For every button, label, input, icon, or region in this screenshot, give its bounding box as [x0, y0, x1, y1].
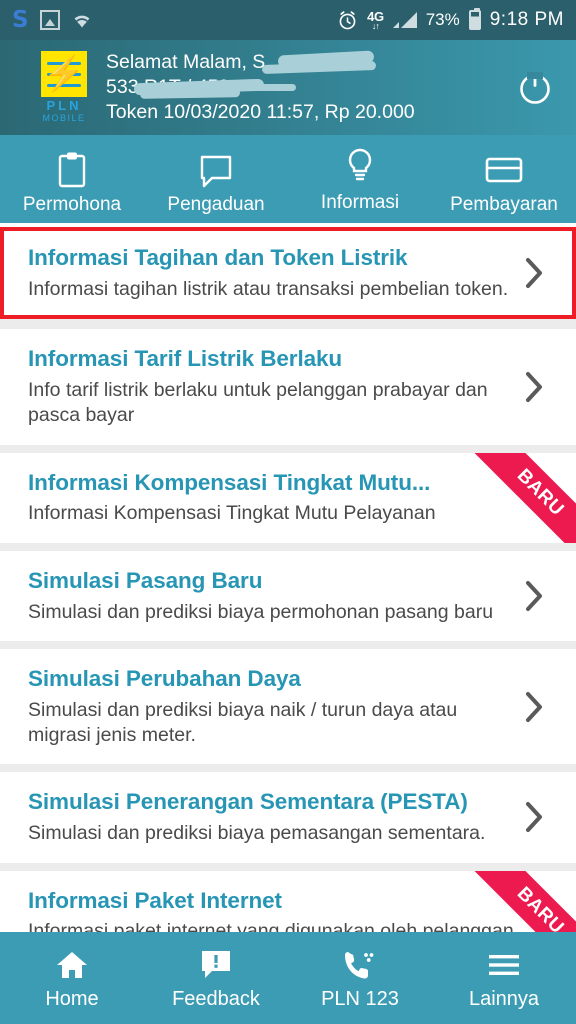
hamburger-menu-icon: [487, 948, 521, 982]
list-item-desc: Informasi paket internet yang digunakan …: [28, 920, 520, 932]
status-bar-right-icons: 4G ↓↑ 73% 9:18 PM: [337, 8, 564, 31]
list-item-title: Simulasi Penerangan Sementara (PESTA): [28, 789, 468, 815]
list-item-title: Simulasi Perubahan Daya: [28, 665, 301, 691]
list-item-title: Informasi Tagihan dan Token Listrik: [28, 245, 408, 270]
pln-logo-mark: ⚡: [41, 50, 87, 97]
list-item-body: Simulasi Perubahan Daya Simulasi dan pre…: [28, 665, 512, 748]
list-item-desc: Simulasi dan prediksi biaya pemasangan s…: [28, 822, 486, 845]
list-item-desc: Simulasi dan prediksi biaya permohonan p…: [28, 600, 494, 623]
bottom-nav-label: Feedback: [172, 987, 260, 1010]
chevron-right-icon: [512, 800, 556, 834]
list-item-title: Simulasi Pasang Baru: [28, 567, 263, 593]
tab-label: Informasi: [320, 191, 400, 213]
pln-mobile-logo: ⚡ PLN MOBILE: [34, 50, 94, 124]
phone-call-icon: [343, 948, 377, 982]
list-item-desc: Simulasi dan prediksi biaya naik / turun…: [28, 698, 458, 747]
status-bar-left-icons: S: [12, 6, 93, 33]
account-header: ⚡ PLN MOBILE Selamat Malam, S 533 R1T / …: [0, 40, 576, 135]
list-item-title: Informasi Tarif Listrik Berlaku: [28, 346, 343, 372]
chevron-right-icon: [512, 256, 556, 290]
list-item-body: Informasi Tarif Listrik Berlaku Info tar…: [28, 345, 512, 428]
list-item-title: Informasi Kompensasi Tingkat Mutu...: [28, 469, 431, 495]
chevron-right-icon: [512, 579, 556, 613]
battery-icon: [468, 8, 481, 30]
list-item-body: Simulasi Pasang Baru Simulasi dan predik…: [28, 567, 512, 625]
bottom-nav-feedback[interactable]: Feedback: [144, 932, 288, 1024]
alarm-clock-icon: [337, 10, 358, 31]
chat-bubble-icon: [198, 151, 234, 189]
wifi-icon: [71, 11, 93, 29]
list-item-body: Simulasi Penerangan Sementara (PESTA) Si…: [28, 788, 512, 846]
list-item[interactable]: Simulasi Pasang Baru Simulasi dan predik…: [0, 550, 576, 641]
power-button-icon[interactable]: [508, 67, 562, 109]
category-tab-bar: Permohona Pengaduan Informasi Pembayaran: [0, 135, 576, 227]
data-transfer-arrows: ↓↑: [371, 20, 380, 31]
lightning-bolt-icon: ⚡: [42, 54, 86, 93]
list-item[interactable]: Informasi Tagihan dan Token Listrik Info…: [0, 227, 576, 320]
list-item-desc: Informasi tagihan listrik atau transaksi…: [28, 277, 509, 300]
bottom-nav-label: PLN 123: [321, 987, 399, 1010]
list-item-body: Informasi Paket Internet Informasi paket…: [28, 887, 556, 932]
bottom-nav-lainnya[interactable]: Lainnya: [432, 932, 576, 1024]
tab-pembayaran[interactable]: Pembayaran: [432, 135, 576, 223]
account-id-line: 533 R1T / 450: [106, 76, 230, 99]
network-4g-indicator: 4G ↓↑: [367, 10, 384, 31]
account-info: Selamat Malam, S 533 R1T / 450 Token 10/…: [106, 50, 508, 124]
list-item[interactable]: Informasi Kompensasi Tingkat Mutu... Inf…: [0, 452, 576, 543]
screenshot-icon: [39, 10, 60, 30]
signal-strength-icon: [392, 12, 417, 28]
token-line: Token 10/03/2020 11:57, Rp 20.000: [106, 100, 415, 123]
list-item[interactable]: Informasi Tarif Listrik Berlaku Info tar…: [0, 329, 576, 445]
feedback-bubble-icon: [200, 948, 232, 982]
clipboard-icon: [55, 151, 89, 189]
tab-label: Pengaduan: [167, 193, 265, 215]
list-item[interactable]: Informasi Paket Internet Informasi paket…: [0, 870, 576, 932]
app-screen: S 4G ↓↑ 73% 9:18 PM ⚡ PLN MOBILE Selamat…: [0, 0, 576, 1024]
credit-card-icon: [484, 151, 524, 189]
home-icon: [55, 948, 89, 982]
list-item-desc: Informasi Kompensasi Tingkat Mutu Pelaya…: [28, 502, 436, 525]
greeting-line: Selamat Malam, S: [106, 51, 266, 74]
list-item-desc: Info tarif listrik berlaku untuk pelangg…: [28, 378, 488, 427]
list-item[interactable]: Simulasi Perubahan Daya Simulasi dan pre…: [0, 648, 576, 765]
pln-logo-text: PLN: [46, 97, 82, 113]
clock-label: 9:18 PM: [489, 9, 564, 30]
tab-label: Pembayaran: [450, 193, 558, 215]
lightbulb-icon: [345, 147, 375, 185]
chevron-right-icon: [512, 370, 556, 404]
tab-label: Permohona: [22, 193, 122, 215]
bottom-nav-home[interactable]: Home: [0, 932, 144, 1024]
bottom-nav-label: Lainnya: [468, 987, 540, 1010]
pln-logo-subtext: MOBILE: [42, 113, 86, 124]
tab-pengaduan[interactable]: Pengaduan: [144, 135, 288, 223]
bottom-nav-label: Home: [45, 987, 99, 1010]
bottom-navigation-bar: Home Feedback PLN 123 Lainnya: [0, 932, 576, 1024]
list-item-body: Informasi Kompensasi Tingkat Mutu... Inf…: [28, 469, 556, 527]
list-item-body: Informasi Tagihan dan Token Listrik Info…: [28, 244, 512, 302]
bottom-nav-pln123[interactable]: PLN 123: [288, 932, 432, 1024]
status-bar: S 4G ↓↑ 73% 9:18 PM: [0, 0, 576, 40]
tab-informasi[interactable]: Informasi: [288, 135, 432, 223]
s-logo-icon: S: [12, 6, 29, 33]
chevron-right-icon: [512, 690, 556, 724]
battery-percent-label: 73%: [425, 10, 460, 29]
information-list[interactable]: Informasi Tagihan dan Token Listrik Info…: [0, 227, 576, 932]
tab-permohona[interactable]: Permohona: [0, 135, 144, 223]
list-item-title: Informasi Paket Internet: [28, 887, 282, 913]
list-item[interactable]: Simulasi Penerangan Sementara (PESTA) Si…: [0, 772, 576, 863]
